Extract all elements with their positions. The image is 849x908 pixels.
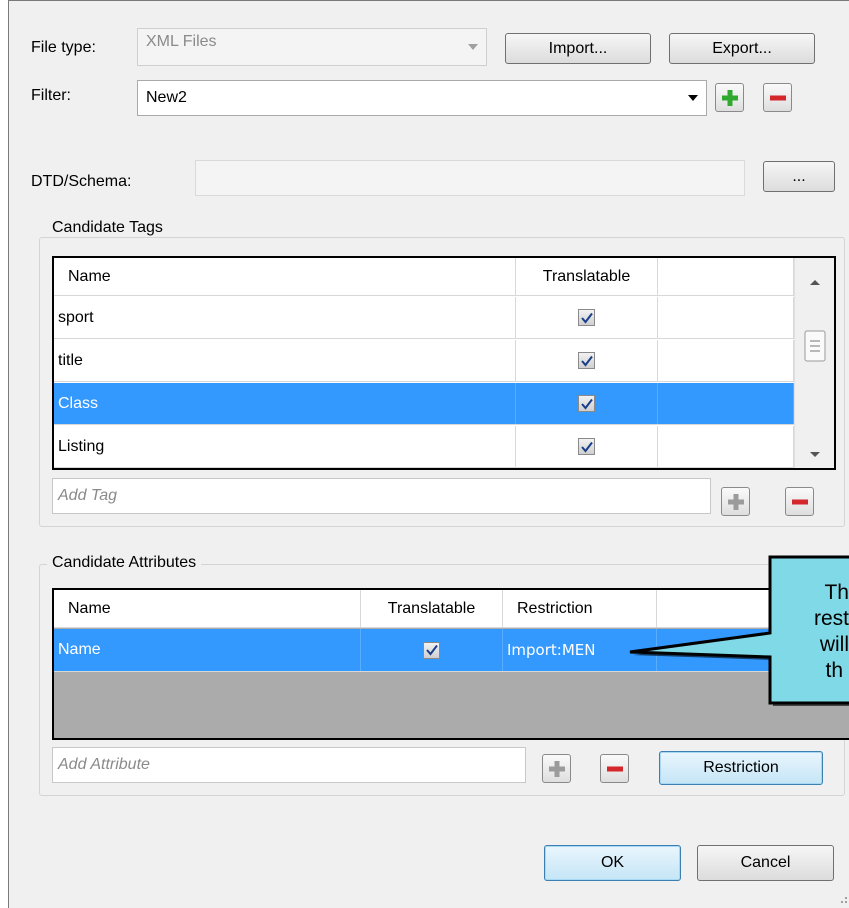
tag-name: Class: [54, 383, 516, 424]
candidate-tags-table: Name Translatable sport title Class List…: [52, 256, 836, 470]
checkmark-icon: [580, 441, 593, 453]
minus-icon: [606, 766, 623, 771]
translatable-checkbox[interactable]: [578, 438, 595, 455]
minus-icon: [791, 499, 808, 504]
scroll-up-icon: [810, 280, 820, 285]
attr-col-name[interactable]: Name: [54, 590, 361, 627]
tags-scrollbar[interactable]: [794, 258, 834, 468]
callout-line: rest: [813, 607, 849, 630]
filter-select[interactable]: New2: [137, 80, 707, 116]
ok-button[interactable]: OK: [544, 845, 681, 881]
dtd-schema-label: DTD/Schema:: [31, 173, 132, 190]
callout-line: Th: [824, 581, 849, 604]
filter-value: New2: [146, 89, 187, 106]
chevron-down-icon: [688, 95, 698, 101]
translatable-checkbox[interactable]: [578, 309, 595, 326]
tags-col-blank: [658, 258, 794, 295]
checkmark-icon: [580, 355, 593, 367]
add-attribute-input[interactable]: Add Attribute: [52, 747, 526, 783]
callout-text: Th rest will th: [790, 580, 849, 684]
candidate-tags-title: Candidate Tags: [47, 219, 168, 237]
import-button[interactable]: Import...: [505, 33, 651, 64]
tag-name: title: [54, 340, 516, 381]
tag-name: Listing: [54, 426, 516, 467]
attribute-name: Name: [54, 629, 361, 671]
chevron-down-icon: [468, 44, 478, 50]
candidate-attributes-title: Candidate Attributes: [47, 554, 202, 572]
checkmark-icon: [425, 644, 438, 656]
plus-icon: [548, 760, 565, 777]
tags-col-name[interactable]: Name: [54, 258, 516, 295]
remove-filter-button[interactable]: [763, 83, 792, 112]
add-tag-button[interactable]: [721, 487, 750, 516]
file-type-select: XML Files: [137, 28, 487, 66]
remove-tag-button[interactable]: [785, 487, 814, 516]
browse-button[interactable]: ...: [763, 161, 835, 192]
scroll-down-icon: [810, 452, 820, 457]
add-tag-input[interactable]: Add Tag: [52, 478, 711, 514]
plus-icon: [727, 493, 744, 510]
remove-attribute-button[interactable]: [600, 754, 629, 783]
dialog-window: File type: XML Files Import... Export...…: [8, 0, 849, 908]
resize-grip-icon[interactable]: [837, 893, 849, 905]
attr-col-translatable[interactable]: Translatable: [361, 590, 503, 627]
table-row[interactable]: sport: [54, 297, 794, 339]
file-type-value: XML Files: [146, 33, 217, 50]
checkmark-icon: [580, 312, 593, 324]
tag-name: sport: [54, 297, 516, 338]
table-row[interactable]: title: [54, 340, 794, 382]
minus-icon: [769, 95, 786, 100]
tags-col-translatable[interactable]: Translatable: [516, 258, 658, 295]
translatable-checkbox[interactable]: [423, 641, 440, 659]
table-row[interactable]: Listing: [54, 426, 794, 468]
add-attribute-button[interactable]: [542, 754, 571, 783]
translatable-checkbox[interactable]: [578, 395, 595, 412]
callout-line: th: [825, 659, 843, 682]
callout-line: will: [819, 633, 849, 656]
add-filter-button[interactable]: [715, 83, 744, 112]
cancel-button[interactable]: Cancel: [697, 845, 834, 881]
file-type-label: File type:: [31, 39, 96, 56]
checkmark-icon: [580, 398, 593, 410]
plus-icon: [721, 89, 738, 106]
restriction-button[interactable]: Restriction: [659, 751, 823, 785]
export-button[interactable]: Export...: [669, 33, 815, 64]
tags-header-row: Name Translatable: [54, 258, 794, 296]
table-row-selected[interactable]: Class: [54, 383, 794, 425]
dtd-schema-field[interactable]: [195, 160, 745, 196]
translatable-checkbox[interactable]: [578, 352, 595, 369]
filter-label: Filter:: [31, 87, 71, 104]
